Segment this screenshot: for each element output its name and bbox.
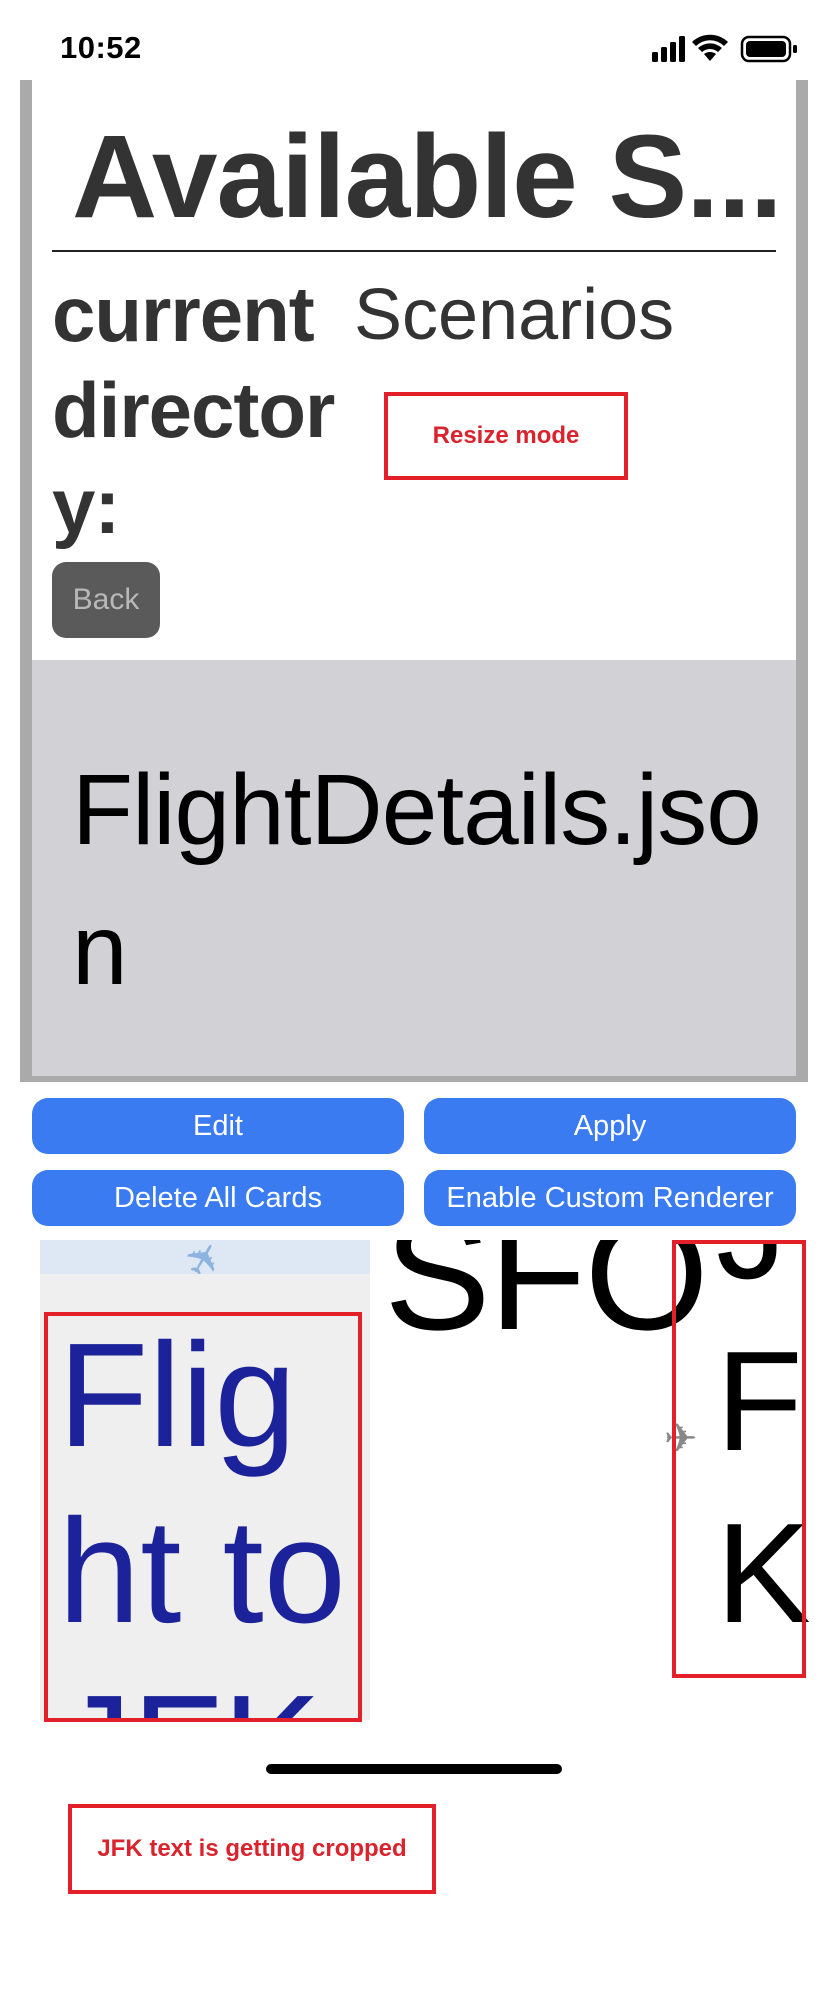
annotation-box-card-title [44, 1312, 362, 1722]
panel-border-right [796, 80, 808, 1082]
delete-all-cards-button[interactable]: Delete All Cards [32, 1170, 404, 1226]
directory-value: Scenarios [354, 275, 675, 355]
battery-icon [740, 35, 797, 63]
apply-button[interactable]: Apply [424, 1098, 796, 1154]
cellular-signal-icon [652, 36, 685, 62]
wifi-icon [692, 34, 728, 61]
origin-code: SFO [384, 1240, 709, 1363]
annotation-cropped-note: JFK text is getting cropped [97, 1835, 407, 1862]
annotation-box-destination [672, 1240, 806, 1678]
back-button[interactable]: Back [52, 562, 160, 638]
panel-border-left [20, 80, 32, 1082]
annotation-resize-mode: Resize mode [432, 422, 580, 449]
status-time: 10:52 [60, 30, 142, 65]
title-divider [52, 250, 776, 252]
status-icons [652, 34, 797, 63]
directory-label: current director y: [52, 270, 335, 550]
edit-button[interactable]: Edit [32, 1098, 404, 1154]
file-name: FlightDetails.json [72, 754, 762, 1006]
enable-custom-renderer-button[interactable]: Enable Custom Renderer [424, 1170, 796, 1226]
panel-border-bottom [20, 1076, 808, 1082]
home-indicator[interactable] [266, 1764, 562, 1774]
page-title: Available S... [72, 111, 783, 243]
